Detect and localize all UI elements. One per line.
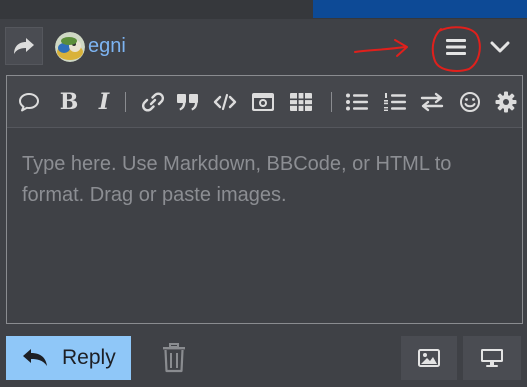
swap-arrows-icon [420,92,444,112]
bullet-list-icon [346,93,368,111]
speech-bubble-icon [19,93,39,112]
toggle-preview-button[interactable] [463,336,521,380]
toolbar-toggle-button[interactable] [440,32,472,62]
annotation-arrow [354,39,408,57]
reply-button[interactable]: Reply [6,336,131,380]
formatting-toolbar: B I [7,76,522,128]
toolbar-divider [331,92,332,112]
hamburger-icon [446,39,466,55]
link-icon [142,92,164,112]
code-icon [213,93,237,111]
trash-icon [163,343,185,373]
share-arrow-icon [14,38,34,54]
numbered-list-button[interactable] [383,90,407,114]
username-link[interactable]: egni [88,33,126,59]
bullet-list-button[interactable] [345,90,369,114]
monitor-icon [481,349,503,367]
emoji-button[interactable] [458,90,482,114]
avatar[interactable] [55,32,85,62]
upload-image-button[interactable] [401,336,457,380]
gear-icon [495,91,517,113]
table-icon [290,93,312,111]
top-accent-bar [313,0,527,18]
link-button[interactable] [141,90,165,114]
chevron-down-icon [490,41,510,53]
reply-to-button[interactable] [5,27,43,65]
camera-icon [252,93,274,111]
editor-box: B I Type here. Use Markdown, BBCode, or … [6,75,523,324]
image-upload-button[interactable] [251,90,275,114]
blockquote-button[interactable] [176,90,200,114]
italic-label: I [98,89,110,115]
toolbar-divider [125,92,126,112]
composer-panel: egni B I Type here. Use Markdown, BBCode… [0,0,527,387]
image-icon [418,349,440,367]
editor-textarea-placeholder[interactable]: Type here. Use Markdown, BBCode, or HTML… [22,149,512,211]
smiley-icon [460,92,480,112]
reply-button-label: Reply [62,346,116,369]
reply-arrow-icon [22,347,48,369]
code-button[interactable] [213,90,237,114]
numbered-list-icon [384,93,406,111]
discard-button[interactable] [158,340,190,376]
options-button[interactable] [494,90,518,114]
quote-marks-icon [177,94,198,111]
collapse-composer-button[interactable] [484,32,516,62]
quote-button[interactable] [17,90,41,114]
bold-button[interactable]: B [57,90,81,114]
avatar-image [55,32,85,62]
italic-button[interactable]: I [92,90,116,114]
table-button[interactable] [289,90,313,114]
bold-label: B [59,89,79,115]
text-direction-button[interactable] [420,90,444,114]
